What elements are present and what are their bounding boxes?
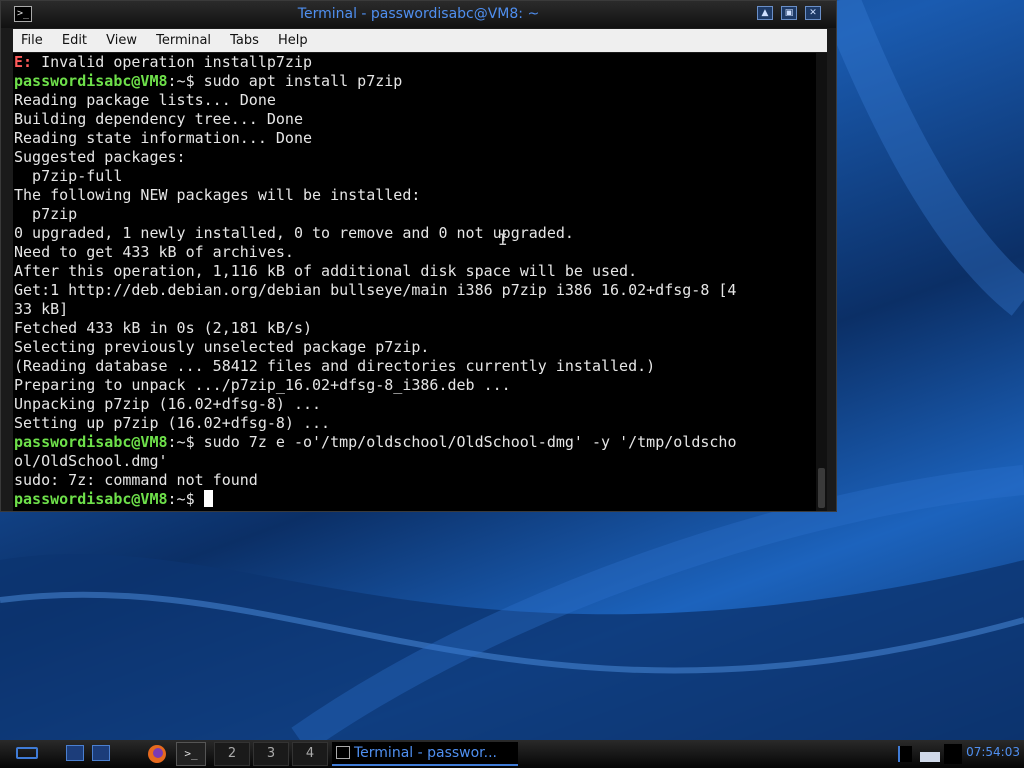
prompt-user: passwordisabc@VM8 [14,490,168,508]
terminal-line-text: 0 upgraded, 1 newly installed, 0 to remo… [14,224,574,242]
tray-battery-icon[interactable] [920,752,940,762]
terminal-line: (Reading database ... 58412 files and di… [14,357,816,376]
terminal-line-text: Selecting previously unselected package … [14,338,430,356]
prompt-user: passwordisabc@VM8 [14,433,168,451]
terminal-line: Suggested packages: [14,148,816,167]
menu-bar: File Edit View Terminal Tabs Help [13,29,827,52]
taskbar: >_ 2 3 4 Terminal - passwor... 07:54:03 [0,740,1024,768]
terminal-scrollbar[interactable] [816,53,827,511]
terminal-line: p7zip [14,205,816,224]
terminal-line: Get:1 http://deb.debian.org/debian bulls… [14,281,816,300]
scrollbar-thumb[interactable] [818,468,825,508]
window-titlebar[interactable]: >_ Terminal - passwordisabc@VM8: ~ ▲ ▣ ✕ [1,1,836,28]
terminal-line-text: ol/OldSchool.dmg' [14,452,168,470]
terminal-line-text: Get:1 http://deb.debian.org/debian bulls… [14,281,737,299]
terminal-line-text: p7zip-full [14,167,123,185]
terminal-line: Selecting previously unselected package … [14,338,816,357]
terminal-window[interactable]: >_ Terminal - passwordisabc@VM8: ~ ▲ ▣ ✕… [0,0,837,512]
terminal-output[interactable]: E: Invalid operation installp7zip passwor… [13,53,816,511]
pin-icon[interactable]: ▲ [757,6,773,20]
prompt-path: :~$ [167,490,195,508]
terminal-line-text: sudo apt install p7zip [194,72,403,90]
terminal-line-text: sudo: 7z: command not found [14,471,258,489]
menu-help[interactable]: Help [272,29,314,52]
menu-edit[interactable]: Edit [56,29,93,52]
terminal-line-text: Preparing to unpack .../p7zip_16.02+dfsg… [14,376,511,394]
task-terminal-button[interactable]: Terminal - passwor... [332,742,518,766]
terminal-text[interactable]: E: Invalid operation installp7zip passwor… [13,53,816,509]
tray-network-icon[interactable] [898,746,912,762]
terminal-line: passwordisabc@VM8:~$ sudo 7z e -o'/tmp/o… [14,433,816,452]
terminal-line-text: Suggested packages: [14,148,186,166]
terminal-line: Building dependency tree... Done [14,110,816,129]
terminal-line-text: sudo 7z e -o'/tmp/oldschool/OldSchool-dm… [194,433,737,451]
terminal-line: ol/OldSchool.dmg' [14,452,816,471]
terminal-cursor [203,490,213,507]
desktop-3-button[interactable]: 3 [253,742,289,766]
terminal-line-text: Reading package lists... Done [14,91,276,109]
prompt-user: passwordisabc@VM8 [14,72,168,90]
terminal-line-text: Need to get 433 kB of archives. [14,243,294,261]
terminal-line: 33 kB] [14,300,816,319]
search-icon[interactable] [92,745,110,761]
terminal-line-text: Building dependency tree... Done [14,110,303,128]
maximize-icon[interactable]: ▣ [781,6,797,20]
text-cursor-ibeam-icon: I [498,230,508,249]
terminal-line-text: (Reading database ... 58412 files and di… [14,357,656,375]
desktop-2-button[interactable]: 2 [214,742,250,766]
menu-terminal[interactable]: Terminal [150,29,217,52]
terminal-line: E: Invalid operation installp7zip [14,53,816,72]
terminal-line-text: 33 kB] [14,300,69,318]
terminal-line: Need to get 433 kB of archives. [14,243,816,262]
terminal-line-text [195,490,204,508]
terminal-line: Fetched 433 kB in 0s (2,181 kB/s) [14,319,816,338]
terminal-line: The following NEW packages will be insta… [14,186,816,205]
terminal-line: Unpacking p7zip (16.02+dfsg-8) ... [14,395,816,414]
firefox-icon[interactable] [147,744,167,764]
terminal-line: Setting up p7zip (16.02+dfsg-8) ... [14,414,816,433]
menu-view[interactable]: View [100,29,143,52]
terminal-line: Reading state information... Done [14,129,816,148]
clock[interactable]: 07:54:03 [966,745,1020,759]
desktop-4-button[interactable]: 4 [292,742,328,766]
tray-volume-icon[interactable] [944,744,962,764]
terminal-line: Preparing to unpack .../p7zip_16.02+dfsg… [14,376,816,395]
terminal-line-text: Fetched 433 kB in 0s (2,181 kB/s) [14,319,313,337]
error-prefix: E: [14,53,33,71]
menu-file[interactable]: File [15,29,49,52]
terminal-icon [336,746,350,759]
window-list-icon[interactable] [66,745,84,761]
terminal-line: After this operation, 1,116 kB of additi… [14,262,816,281]
close-icon[interactable]: ✕ [805,6,821,20]
terminal-line-text: Setting up p7zip (16.02+dfsg-8) ... [14,414,331,432]
show-desktop-icon[interactable] [16,747,38,759]
task-terminal-label: Terminal - passwor... [354,745,498,761]
terminal-line: 0 upgraded, 1 newly installed, 0 to remo… [14,224,816,243]
terminal-line: p7zip-full [14,167,816,186]
window-title: Terminal - passwordisabc@VM8: ~ [297,6,540,22]
terminal-line: sudo: 7z: command not found [14,471,816,490]
terminal-line-text: Invalid operation installp7zip [32,53,313,71]
prompt-path: :~$ [167,433,195,451]
terminal-line: Reading package lists... Done [14,91,816,110]
menu-tabs[interactable]: Tabs [224,29,265,52]
terminal-line-text: p7zip [14,205,78,223]
terminal-line-text: Reading state information... Done [14,129,313,147]
prompt-path: :~$ [167,72,195,90]
terminal-line-text: After this operation, 1,116 kB of additi… [14,262,638,280]
terminal-line-text: The following NEW packages will be insta… [14,186,421,204]
terminal-line-text: Unpacking p7zip (16.02+dfsg-8) ... [14,395,322,413]
terminal-line: passwordisabc@VM8:~$ sudo apt install p7… [14,72,816,91]
terminal-line: passwordisabc@VM8:~$ [14,490,816,509]
terminal-launcher-icon[interactable]: >_ [176,742,206,766]
